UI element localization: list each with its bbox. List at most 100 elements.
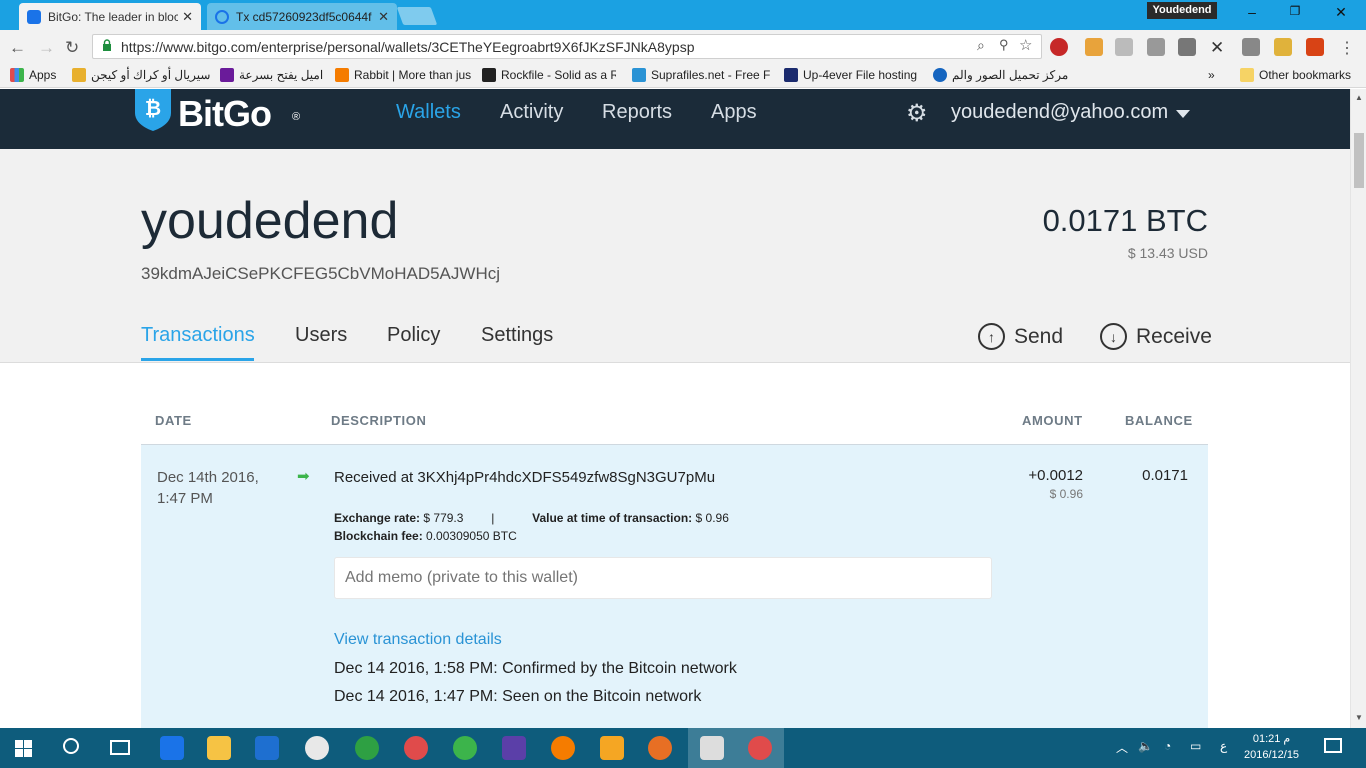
bookmark-item[interactable]: سيريال أو كراك أو كيجن xyxy=(72,68,210,82)
app-icon[interactable] xyxy=(600,736,624,760)
tab-policy[interactable]: Policy xyxy=(387,324,440,347)
forward-icon[interactable]: → xyxy=(38,38,55,58)
separator: | xyxy=(491,511,495,525)
scroll-down-icon[interactable]: ▼ xyxy=(1355,713,1363,722)
extension-icon[interactable] xyxy=(1147,38,1165,56)
user-menu[interactable]: youdedend@yahoo.com xyxy=(951,101,1168,124)
battery-icon[interactable]: ▭ xyxy=(1190,739,1201,753)
menu-icon[interactable]: ⋮ xyxy=(1338,38,1356,57)
app-icon[interactable] xyxy=(255,736,279,760)
extension-icon[interactable] xyxy=(1274,38,1292,56)
browser-tab-tx[interactable]: Tx cd57260923df5c0644f ✕ xyxy=(207,3,397,30)
page-scrollbar[interactable]: ▲ ▼ xyxy=(1350,89,1366,728)
column-header-balance: BALANCE xyxy=(1125,413,1193,428)
view-transaction-details-link[interactable]: View transaction details xyxy=(334,631,502,649)
nav-reports[interactable]: Reports xyxy=(602,101,672,124)
zoom-icon[interactable]: ⌕ xyxy=(977,37,985,54)
bitgo-shield-icon[interactable]: ₿ xyxy=(135,89,171,131)
firefox-icon[interactable] xyxy=(648,736,672,760)
bitgo-favicon-icon xyxy=(27,9,41,24)
bookmark-item[interactable]: مركز تحميل الصور والم xyxy=(933,68,1068,82)
bookmark-favicon-icon xyxy=(933,68,947,82)
nav-wallets[interactable]: Wallets xyxy=(396,101,461,124)
bitgo-logo[interactable]: BitGo xyxy=(178,93,272,135)
wallet-name: youdedend xyxy=(141,192,399,250)
bookmark-star-icon[interactable]: ☆ xyxy=(1019,36,1032,54)
nav-activity[interactable]: Activity xyxy=(500,101,563,124)
app-icon[interactable] xyxy=(551,736,575,760)
itunes-icon[interactable] xyxy=(305,736,329,760)
close-tab-icon[interactable]: ✕ xyxy=(182,9,193,25)
transaction-description: Received at 3KXhj4pPr4hdcXDFS549zfw8SgN3… xyxy=(334,469,716,486)
scroll-up-icon[interactable]: ▲ xyxy=(1355,93,1363,102)
app-icon[interactable] xyxy=(453,736,477,760)
exchange-rate-value: $ 779.3 xyxy=(423,511,464,525)
new-tab-button[interactable] xyxy=(396,7,438,25)
browser-tab-bitgo[interactable]: BitGo: The leader in bloc ✕ xyxy=(19,3,201,30)
task-view-icon[interactable] xyxy=(110,740,130,755)
bookmark-item[interactable]: اميل يفتح بسرعة xyxy=(220,68,323,82)
bookmarks-overflow-button[interactable]: » xyxy=(1208,68,1215,82)
extension-icon[interactable] xyxy=(1306,38,1324,56)
language-indicator[interactable]: ع xyxy=(1220,739,1227,753)
scroll-thumb[interactable] xyxy=(1354,133,1364,188)
x-extension-icon[interactable]: ✕ xyxy=(1210,38,1228,57)
nav-apps[interactable]: Apps xyxy=(711,101,757,124)
wallet-address: 39kdmAJeiCSePKCFEG5CbVMoHAD5AJWHcj xyxy=(141,264,500,283)
notification-center-icon[interactable] xyxy=(1324,738,1342,753)
bookmarks-bar: Apps سيريال أو كراك أو كيجن اميل يفتح بس… xyxy=(0,64,1366,88)
receive-button[interactable]: ↓ Receive xyxy=(1100,323,1212,350)
utorrent-icon[interactable] xyxy=(355,736,379,760)
chevron-down-icon[interactable] xyxy=(1176,110,1190,118)
bookmark-favicon-icon xyxy=(220,68,234,82)
edge-icon[interactable] xyxy=(160,736,184,760)
bookmark-favicon-icon xyxy=(335,68,349,82)
key-icon[interactable]: ⚲ xyxy=(999,37,1009,53)
apps-grid-icon xyxy=(10,68,24,82)
memo-input[interactable] xyxy=(334,557,992,599)
extension-icon[interactable] xyxy=(1178,38,1196,56)
media-app-icon xyxy=(700,736,724,760)
minimize-icon[interactable]: – xyxy=(1242,4,1262,20)
bookmark-item[interactable]: Rabbit | More than jus xyxy=(335,68,481,82)
bookmark-apps[interactable]: Apps xyxy=(10,68,56,82)
bookmark-label: مركز تحميل الصور والم xyxy=(952,68,1069,82)
tab-transactions[interactable]: Transactions xyxy=(141,324,255,347)
other-bookmarks[interactable]: Other bookmarks xyxy=(1240,68,1351,82)
gear-icon[interactable]: ⚙ xyxy=(906,99,928,128)
extension-icon[interactable] xyxy=(1242,38,1260,56)
bookmark-item[interactable]: Suprafiles.net - Free F xyxy=(632,68,785,82)
volume-icon[interactable]: 🔈 xyxy=(1138,739,1153,753)
extension-icon[interactable] xyxy=(1085,38,1103,56)
reload-icon[interactable]: ↻ xyxy=(65,38,79,58)
file-explorer-icon[interactable] xyxy=(207,736,231,760)
table-row[interactable]: Dec 14th 2016, 1:47 PM ➡ Received at 3KX… xyxy=(141,445,1208,728)
taskbar-active-app[interactable] xyxy=(688,728,736,768)
taskbar-active-app[interactable] xyxy=(736,728,784,768)
url-text: https://www.bitgo.com/enterprise/persona… xyxy=(121,38,695,55)
system-clock[interactable]: 01:21 م 2016/12/15 xyxy=(1244,731,1299,763)
send-button[interactable]: ↑ Send xyxy=(978,323,1063,350)
search-icon[interactable] xyxy=(63,738,79,754)
wallet-header: youdedend 39kdmAJeiCSePKCFEG5CbVMoHAD5AJ… xyxy=(0,149,1350,363)
tab-settings[interactable]: Settings xyxy=(481,324,553,347)
bookmark-item[interactable]: Up-4ever File hosting xyxy=(784,68,917,82)
wifi-icon[interactable]: ◔ xyxy=(1164,739,1171,753)
tray-overflow-icon[interactable]: ︿ xyxy=(1116,739,1128,756)
back-icon[interactable]: ← xyxy=(9,38,26,58)
column-header-description: DESCRIPTION xyxy=(331,413,427,428)
profile-name[interactable]: Youdedend xyxy=(1147,2,1217,19)
address-bar[interactable]: https://www.bitgo.com/enterprise/persona… xyxy=(92,34,1042,59)
chrome-icon[interactable] xyxy=(404,736,428,760)
transaction-balance: 0.0171 xyxy=(1142,467,1188,484)
close-tab-icon[interactable]: ✕ xyxy=(378,9,389,25)
adblock-icon[interactable] xyxy=(1050,38,1068,56)
tab-users[interactable]: Users xyxy=(295,324,347,347)
camera-icon[interactable] xyxy=(1115,38,1133,56)
restore-icon[interactable]: ❐ xyxy=(1285,4,1305,18)
app-icon[interactable] xyxy=(502,736,526,760)
windows-start-icon[interactable] xyxy=(15,740,32,757)
close-window-icon[interactable]: ✕ xyxy=(1331,4,1351,21)
bookmark-item[interactable]: Rockfile - Solid as a R xyxy=(482,68,616,82)
transaction-date: Dec 14th 2016, 1:47 PM xyxy=(157,467,259,509)
